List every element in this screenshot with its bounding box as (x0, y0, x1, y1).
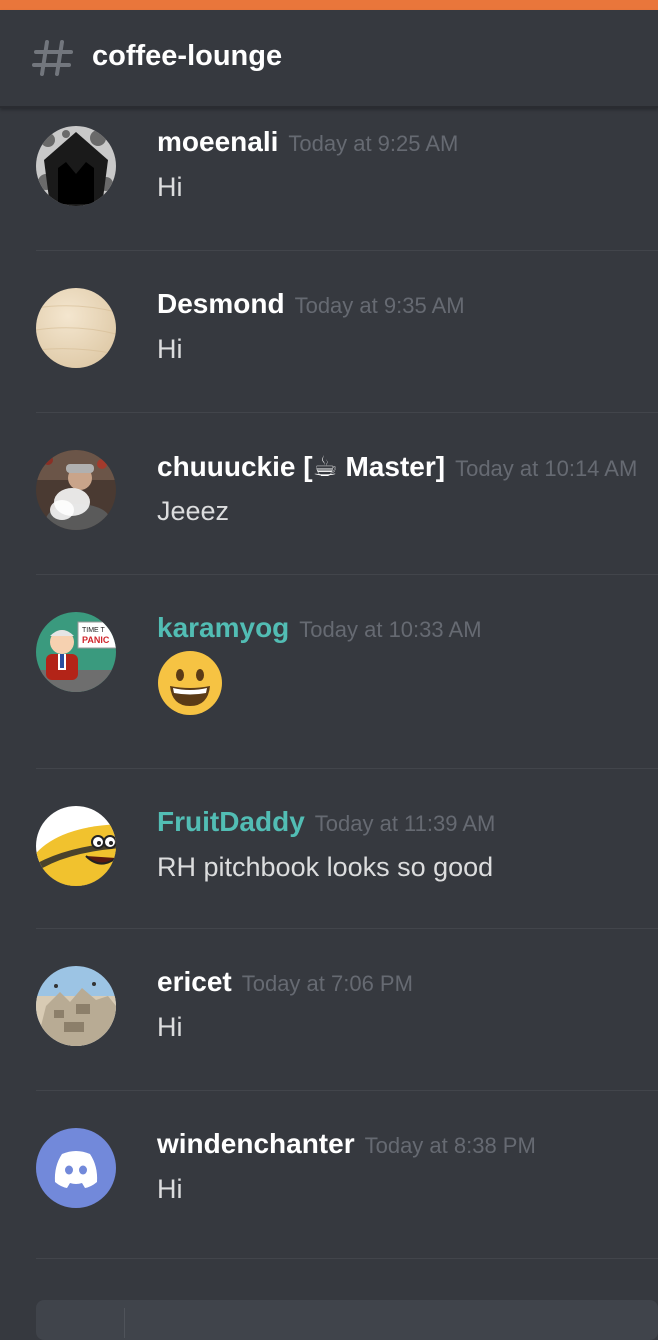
avatar[interactable] (36, 806, 116, 886)
username-suffix: Master] (337, 451, 446, 482)
message-item: FruitDaddy Today at 11:39 AM RH pitchbook… (0, 786, 658, 936)
message-text: Jeeez (157, 496, 230, 526)
avatar[interactable] (36, 288, 116, 368)
message-divider (36, 574, 658, 575)
message-input[interactable] (36, 1300, 658, 1340)
message-item: TIME T PANIC karamyog Today at 10:33 AM (0, 592, 658, 769)
avatar[interactable] (36, 966, 116, 1046)
message-divider (36, 768, 658, 769)
message-text: RH pitchbook looks so good (157, 852, 494, 882)
timestamp: Today at 9:25 AM (288, 131, 459, 156)
timestamp: Today at 10:14 AM (455, 456, 638, 481)
username[interactable]: chuuuckie [☕ Master] (157, 451, 445, 482)
message-item: moeenali Today at 9:25 AM Hi (0, 106, 658, 256)
composer-divider (124, 1308, 125, 1338)
timestamp: Today at 9:35 AM (294, 293, 465, 318)
timestamp: Today at 10:33 AM (299, 617, 482, 642)
avatar[interactable] (36, 126, 116, 206)
timestamp: Today at 11:39 AM (314, 811, 496, 836)
username[interactable]: Desmond (157, 288, 285, 319)
message-divider (36, 250, 658, 251)
message-divider (36, 928, 658, 929)
hash-icon (32, 40, 73, 76)
channel-title: coffee-lounge (92, 40, 283, 72)
top-accent-bar (0, 0, 658, 10)
message-item: windenchanter Today at 8:38 PM Hi (0, 1108, 658, 1259)
username[interactable]: moeenali (157, 126, 278, 157)
avatar-sign-line1: TIME T (82, 627, 106, 634)
message-divider (36, 412, 658, 413)
message-item: ericet Today at 7:06 PM Hi (0, 946, 658, 1096)
message-text: Hi (157, 1174, 183, 1204)
avatar[interactable]: TIME T PANIC (36, 612, 116, 692)
message-item: chuuuckie [☕ Master] Today at 10:14 AM Je… (0, 430, 658, 580)
message-text: Hi (157, 334, 183, 364)
avatar[interactable] (36, 1128, 116, 1208)
avatar[interactable] (36, 450, 116, 530)
discord-logo-icon (36, 1128, 116, 1208)
avatar-sign-line2: PANIC (82, 635, 110, 645)
grinning-face-emoji (158, 651, 222, 715)
username[interactable]: windenchanter (157, 1128, 355, 1159)
channel-header: coffee-lounge (0, 10, 658, 108)
message-item: Desmond Today at 9:35 AM Hi (0, 268, 658, 418)
username[interactable]: FruitDaddy (157, 806, 305, 837)
message-divider (36, 1258, 658, 1259)
coffee-emoji: ☕ (312, 451, 338, 482)
message-divider (36, 1090, 658, 1091)
username-prefix: chuuuckie [ (157, 451, 313, 482)
username[interactable]: ericet (157, 966, 232, 997)
timestamp: Today at 7:06 PM (241, 971, 413, 996)
message-text: Hi (157, 172, 183, 202)
message-text: Hi (157, 1012, 183, 1042)
username[interactable]: karamyog (157, 612, 289, 643)
timestamp: Today at 8:38 PM (364, 1133, 536, 1158)
